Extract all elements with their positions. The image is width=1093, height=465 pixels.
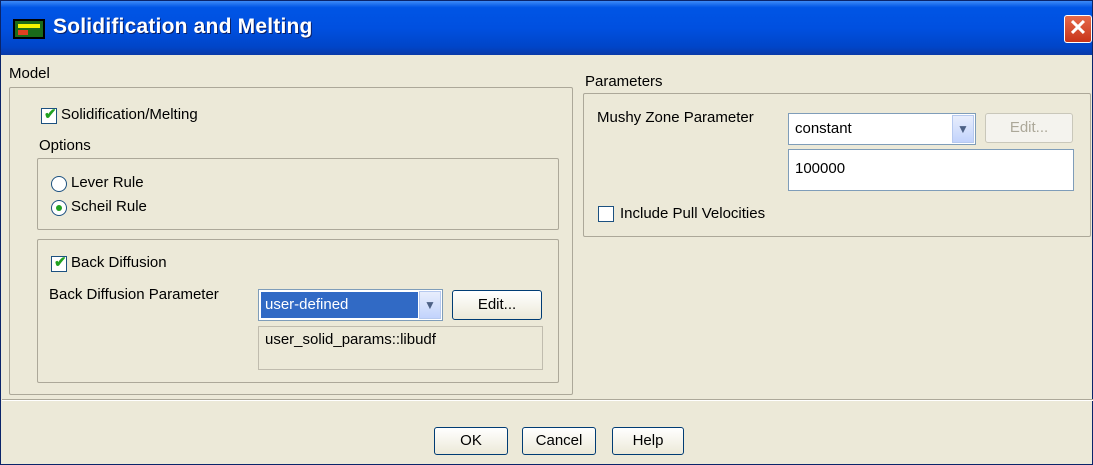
close-button[interactable]: ✕ (1064, 15, 1092, 43)
mushy-value-input[interactable]: 100000 (788, 149, 1074, 191)
bd-edit-button[interactable]: Edit... (452, 290, 542, 320)
check-icon: ✔ (44, 106, 57, 123)
chevron-down-icon[interactable]: ▼ (952, 115, 974, 143)
radio-lever-rule[interactable] (51, 176, 67, 192)
pull-velocities-label: Include Pull Velocities (620, 205, 766, 222)
check-icon: ✔ (54, 254, 67, 271)
back-diffusion-checkbox[interactable]: ✔ (51, 254, 67, 272)
dialog-title: Solidification and Melting (53, 15, 313, 38)
bd-param-value: user-defined (261, 292, 418, 318)
options-label: Options (39, 137, 91, 154)
bd-param-dropdown[interactable]: user-defined ▼ (258, 289, 443, 321)
bd-udf-field: user_solid_params::libudf (258, 326, 543, 370)
mushy-edit-button[interactable]: Edit... (985, 113, 1073, 143)
chevron-down-icon[interactable]: ▼ (419, 291, 441, 319)
app-icon (13, 19, 45, 39)
solidification-checkbox[interactable]: ✔ (41, 106, 57, 124)
bd-param-label: Back Diffusion Parameter (49, 286, 219, 303)
radio-scheil-rule[interactable] (51, 200, 67, 216)
mushy-method-value: constant (795, 120, 852, 137)
close-icon: ✕ (1068, 15, 1088, 40)
parameters-group-label: Parameters (585, 73, 663, 90)
solidification-label: Solidification/Melting (61, 106, 198, 123)
cancel-button[interactable]: Cancel (522, 427, 596, 455)
model-group-label: Model (9, 65, 50, 82)
solidification-melting-dialog: Solidification and Melting ✕ Model ✔ Sol… (0, 0, 1093, 465)
options-group (37, 158, 559, 230)
title-bar[interactable]: Solidification and Melting ✕ (1, 1, 1092, 55)
back-diffusion-label: Back Diffusion (71, 254, 167, 271)
radio-selected-dot (56, 205, 62, 211)
mushy-zone-label: Mushy Zone Parameter (597, 109, 754, 126)
footer-separator (2, 399, 1093, 401)
ok-button[interactable]: OK (434, 427, 508, 455)
lever-rule-label: Lever Rule (71, 174, 144, 191)
scheil-rule-label: Scheil Rule (71, 198, 147, 215)
mushy-method-dropdown[interactable]: constant ▼ (788, 113, 976, 145)
pull-velocities-checkbox[interactable] (598, 206, 614, 222)
help-button[interactable]: Help (612, 427, 684, 455)
